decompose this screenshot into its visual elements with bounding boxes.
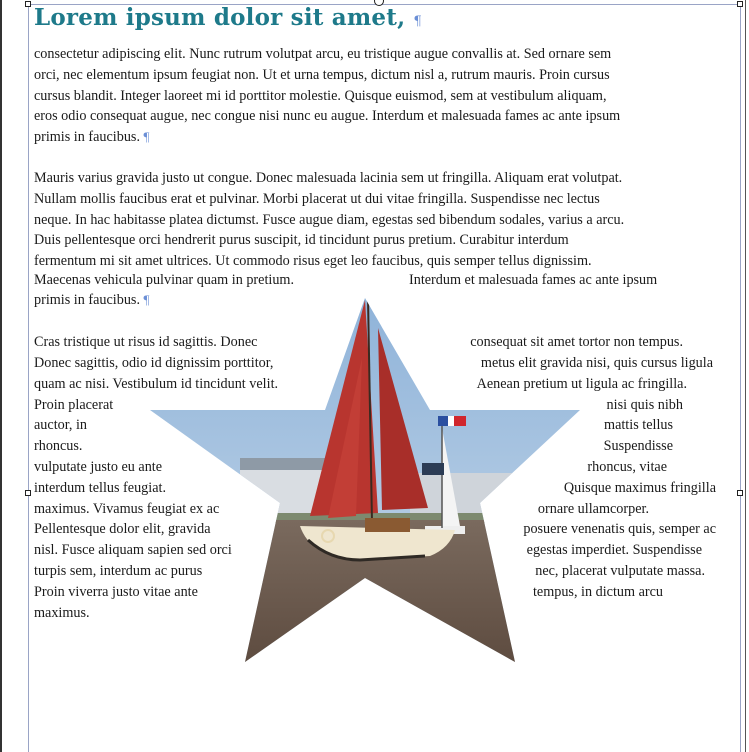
paragraph-line: fermentum mi sit amet ultrices. Ut commo… (34, 253, 592, 270)
page-edge-right (745, 0, 746, 752)
paragraph-line: cursus blandit. Integer laoreet mi id po… (34, 87, 607, 104)
wrap-line-left: Proin placerat (34, 397, 114, 413)
text-frame-right (740, 4, 741, 752)
wrap-line-left: interdum tellus feugiat. (34, 480, 166, 496)
wrap-line-right: egestas imperdiet. Suspendisse (526, 542, 702, 558)
paragraph-line: eros odio consequat augue, nec congue ni… (34, 108, 621, 125)
wrap-line-left: rhoncus. (34, 438, 83, 454)
wrap-line-right: mattis tellus (604, 417, 673, 433)
heading-text: Lorem ipsum dolor sit amet, (34, 4, 406, 31)
wrap-line-left: auctor, in (34, 417, 88, 433)
paragraph-line-last: primis in faucibus. ¶ (34, 127, 724, 148)
paragraph-line: Mauris varius gravida justo ut congue. D… (34, 170, 623, 186)
wrap-line-left: turpis sem, interdum ac purus (34, 563, 203, 579)
paragraph-line: Duis pellentesque orci hendrerit purus s… (34, 232, 569, 249)
pilcrow-mark: ¶ (413, 14, 422, 29)
paragraph-line: orci, nec elementum ipsum feugiat non. U… (34, 66, 610, 83)
wrap-line-right: nisi quis nibh (606, 397, 683, 413)
wrap-line-right: Aenean pretium ut ligula ac fringilla. (476, 376, 687, 392)
paragraph-line: consectetur adipiscing elit. Nunc rutrum… (34, 46, 612, 62)
wrap-line-right: ornare ullamcorper. (537, 501, 649, 517)
paragraph-2-split-right: Interdum et malesuada fames ac ante ipsu… (409, 272, 658, 288)
wrap-line-left: Proin viverra justo vitae ante (34, 584, 198, 600)
wrap-line-right: Suspendisse (603, 438, 673, 454)
paragraph-2-split-left: Maecenas vehicula pulvinar quam in preti… (34, 272, 295, 288)
resize-handle-middle-right[interactable] (737, 490, 743, 496)
paragraph-line: Nullam mollis faucibus erat et pulvinar.… (34, 190, 600, 207)
page-edge-left (0, 0, 2, 752)
paragraph-2-last-line: primis in faucibus. ¶ (34, 292, 149, 313)
resize-handle-top-right[interactable] (737, 1, 743, 7)
wrap-line-left: Cras tristique ut risus id sagittis. Don… (34, 334, 258, 350)
wrap-line-right: rhoncus, vitae (587, 459, 667, 475)
wrap-line-left: nisl. Fusce aliquam sapien sed orci (34, 542, 232, 558)
text-frame-left (28, 4, 29, 752)
wrap-line-left: quam ac nisi. Vestibulum id tincidunt ve… (34, 376, 279, 392)
paragraph-2[interactable]: Mauris varius gravida justo ut congue. D… (34, 168, 724, 272)
resize-handle-middle-left[interactable] (25, 490, 31, 496)
document-heading[interactable]: Lorem ipsum dolor sit amet, ¶ (34, 4, 422, 31)
wrap-line-right: tempus, in dictum arcu (532, 584, 663, 600)
wrap-line-left: vulputate justo eu ante (34, 459, 163, 475)
wrap-line-left: Donec sagittis, odio id dignissim portti… (34, 355, 274, 371)
paragraph-1[interactable]: consectetur adipiscing elit. Nunc rutrum… (34, 44, 724, 148)
wrap-line-left: maximus. (34, 605, 90, 621)
wrap-line-right: nec, placerat vulputate massa. (535, 563, 705, 579)
document-page[interactable]: Lorem ipsum dolor sit amet, ¶ consectetu… (0, 0, 749, 752)
resize-handle-top-left[interactable] (25, 1, 31, 7)
pilcrow-mark: ¶ (143, 129, 150, 145)
paragraph-line-text: primis in faucibus. (34, 129, 140, 146)
pilcrow-mark: ¶ (143, 292, 150, 307)
wrap-line-right: consequat sit amet tortor non tempus. (470, 334, 683, 350)
wrap-line-left: Pellentesque dolor elit, gravida (34, 521, 211, 537)
wrap-line-right: posuere venenatis quis, semper ac (523, 521, 716, 537)
wrap-line-right: metus elit gravida nisi, quis cursus lig… (480, 355, 713, 371)
wrap-line-right: Quisque maximus fringilla (563, 480, 716, 496)
wrap-line-left: maximus. Vivamus feugiat ex ac (34, 501, 220, 517)
paragraph-line-text: primis in faucibus. (34, 292, 140, 308)
paragraph-line: neque. In hac habitasse platea dictumst.… (34, 211, 625, 228)
